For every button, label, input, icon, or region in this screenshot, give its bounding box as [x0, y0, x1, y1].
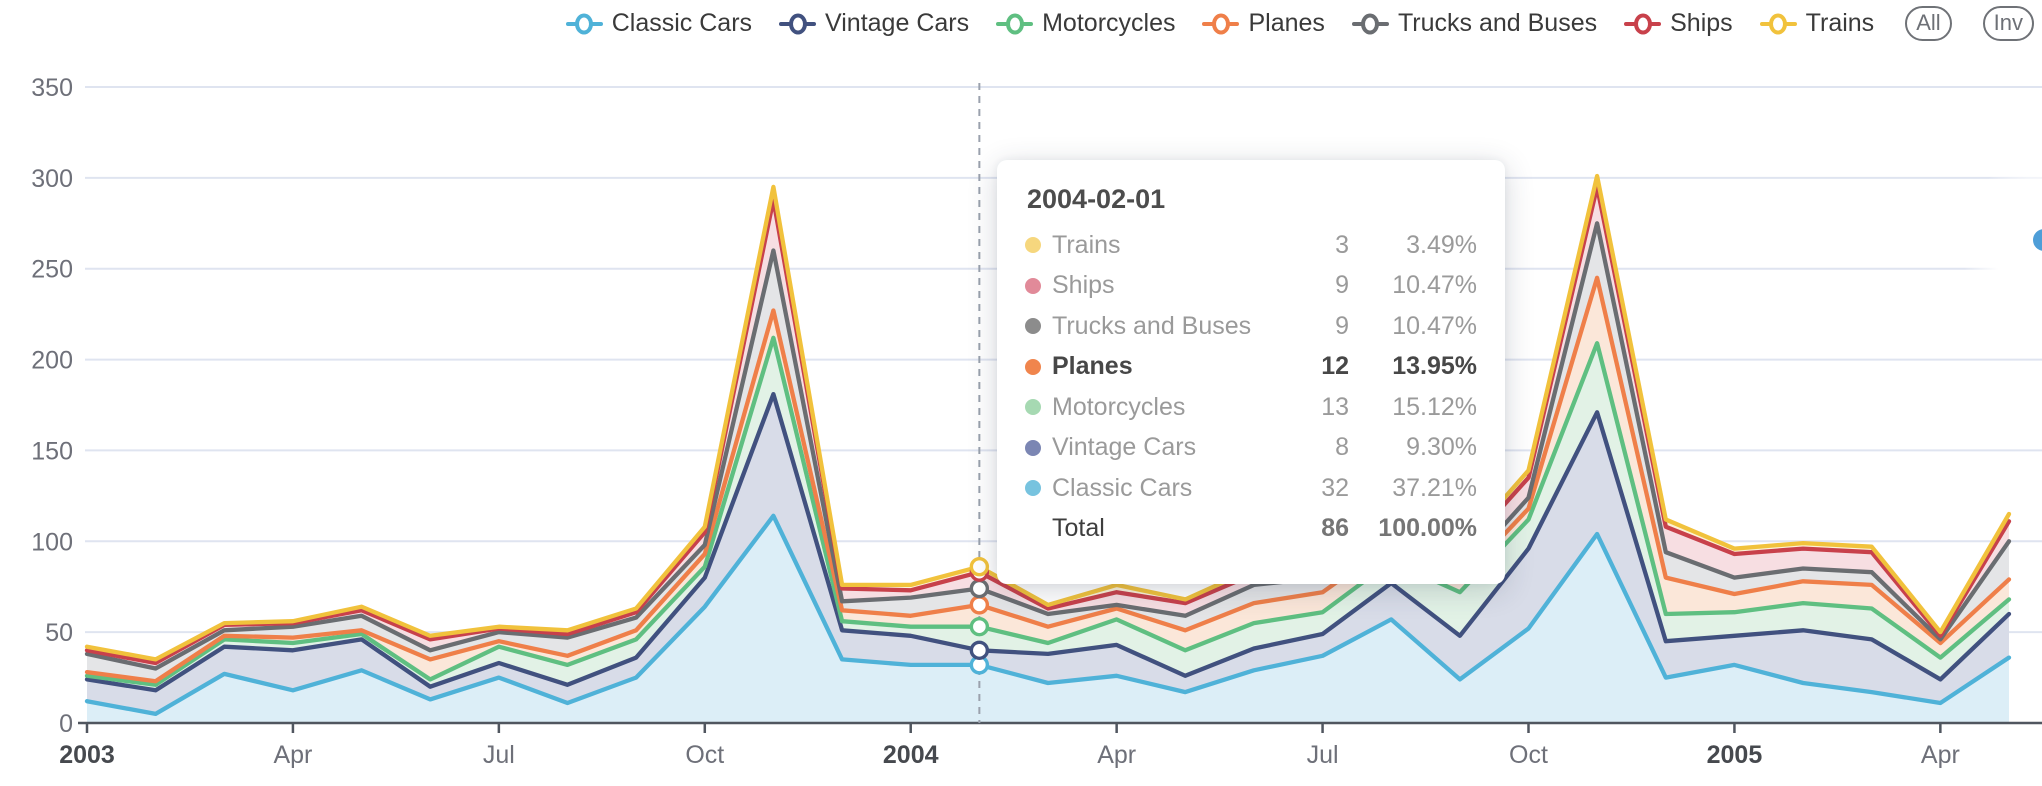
legend-line-marker-icon [1760, 13, 1797, 35]
x-axis-label-Apr: Apr [1097, 741, 1136, 769]
legend-line-marker-icon [779, 13, 816, 35]
tooltip-series-value: 9 [1273, 271, 1349, 300]
legend-item-trains[interactable]: Trains [1760, 9, 1875, 38]
x-axis-label-2003: 2003 [59, 741, 115, 769]
legend-item-ships[interactable]: Ships [1624, 9, 1733, 38]
tooltip-series-percent: 3.49% [1349, 231, 1477, 260]
tooltip-series-value: 12 [1273, 352, 1349, 381]
series-color-dot-icon [1025, 318, 1041, 334]
legend-line-marker-icon [1352, 13, 1389, 35]
tooltip: 2004-02-01 Trains33.49%Ships910.47%Truck… [997, 160, 1505, 584]
x-axis-label-2004: 2004 [883, 741, 939, 769]
legend-item-label: Trains [1806, 9, 1875, 38]
series-color-dot-icon [1025, 237, 1041, 253]
series-color-dot-icon [1025, 359, 1041, 375]
legend-item-motorcycles[interactable]: Motorcycles [996, 9, 1175, 38]
tooltip-row-planes: Planes1213.95% [1025, 347, 1477, 388]
y-axis-label-200: 200 [31, 347, 73, 375]
tooltip-row-trains: Trains33.49% [1025, 225, 1477, 266]
x-axis-label-Apr: Apr [1921, 741, 1960, 769]
y-axis-label-300: 300 [31, 165, 73, 193]
tooltip-series-percent: 13.95% [1349, 352, 1477, 381]
tooltip-series-name: Motorcycles [1049, 393, 1273, 422]
tooltip-series-percent: 15.12% [1349, 393, 1477, 422]
legend-line-marker-icon [996, 13, 1033, 35]
legend-item-planes[interactable]: Planes [1202, 9, 1324, 38]
tooltip-series-percent: 10.47% [1349, 312, 1477, 341]
tooltip-series-value: 9 [1273, 312, 1349, 341]
tooltip-row-classic-cars: Classic Cars3237.21% [1025, 468, 1477, 509]
tooltip-series-percent: 9.30% [1349, 433, 1477, 462]
x-axis-label-Oct: Oct [685, 741, 724, 769]
y-axis-label-100: 100 [31, 528, 73, 556]
tooltip-row-motorcycles: Motorcycles1315.12% [1025, 387, 1477, 428]
legend-item-label: Ships [1670, 9, 1733, 38]
y-axis-label-50: 50 [45, 619, 73, 647]
legend-invert-button[interactable]: Inv [1983, 6, 2034, 41]
legend-line-marker-icon [1202, 13, 1239, 35]
legend-item-classic-cars[interactable]: Classic Cars [566, 9, 752, 38]
x-axis-label-Jul: Jul [483, 741, 515, 769]
tooltip-date: 2004-02-01 [1027, 184, 1477, 215]
tooltip-row-trucks-and-buses: Trucks and Buses910.47% [1025, 306, 1477, 347]
legend-item-label: Trucks and Buses [1398, 9, 1597, 38]
tooltip-series-name: Vintage Cars [1049, 433, 1273, 462]
tooltip-rows: Trains33.49%Ships910.47%Trucks and Buses… [1025, 225, 1477, 509]
tooltip-series-value: 13 [1273, 393, 1349, 422]
tooltip-series-percent: 37.21% [1349, 474, 1477, 503]
hover-marker-motorcycles [971, 619, 987, 635]
tooltip-total-value: 86 [1273, 514, 1349, 543]
hover-marker-trucks-and-buses [971, 581, 987, 597]
legend-select-all-button[interactable]: All [1905, 6, 1951, 41]
tooltip-series-percent: 10.47% [1349, 271, 1477, 300]
tooltip-series-value: 3 [1273, 231, 1349, 260]
hover-marker-vintage-cars [971, 642, 987, 658]
legend-item-label: Planes [1248, 9, 1324, 38]
x-axis-label-Oct: Oct [1509, 741, 1548, 769]
series-color-dot-icon [1025, 399, 1041, 415]
y-axis-label-350: 350 [31, 74, 73, 102]
legend-item-vintage-cars[interactable]: Vintage Cars [779, 9, 969, 38]
tooltip-series-name: Ships [1049, 271, 1273, 300]
legend-line-marker-icon [1624, 13, 1661, 35]
tooltip-series-name: Classic Cars [1049, 474, 1273, 503]
series-color-dot-icon [1025, 480, 1041, 496]
y-axis-label-150: 150 [31, 437, 73, 465]
legend-item-label: Classic Cars [612, 9, 752, 38]
tooltip-row-vintage-cars: Vintage Cars89.30% [1025, 428, 1477, 469]
x-axis-label-2005: 2005 [1707, 741, 1763, 769]
series-color-dot-icon [1025, 440, 1041, 456]
y-axis-label-0: 0 [59, 710, 73, 738]
tooltip-total-label: Total [1049, 514, 1273, 543]
tooltip-series-value: 32 [1273, 474, 1349, 503]
tooltip-series-name: Trucks and Buses [1049, 312, 1273, 341]
legend-line-marker-icon [566, 13, 603, 35]
hover-marker-trains [971, 559, 987, 575]
tooltip-series-name: Planes [1049, 352, 1273, 381]
x-axis-label-Jul: Jul [1307, 741, 1339, 769]
legend-items: Classic Cars Vintage Cars Motorcycles Plane… [566, 9, 1874, 38]
legend-item-trucks-and-buses[interactable]: Trucks and Buses [1352, 9, 1597, 38]
series-color-dot-icon [1025, 278, 1041, 294]
tooltip-series-name: Trains [1049, 231, 1273, 260]
tooltip-total-row: Total 86 100.00% [1025, 509, 1477, 550]
legend: Classic Cars Vintage Cars Motorcycles Plane… [566, 6, 2034, 41]
y-axis-label-250: 250 [31, 256, 73, 284]
tooltip-total-percent: 100.00% [1349, 514, 1477, 543]
x-axis-label-Apr: Apr [273, 741, 312, 769]
legend-item-label: Vintage Cars [825, 9, 969, 38]
stacked-area-chart-app: Classic Cars Vintage Cars Motorcycles Plane… [0, 0, 2042, 786]
tooltip-row-ships: Ships910.47% [1025, 266, 1477, 307]
hover-marker-planes [971, 597, 987, 613]
tooltip-series-value: 8 [1273, 433, 1349, 462]
legend-item-label: Motorcycles [1042, 9, 1175, 38]
